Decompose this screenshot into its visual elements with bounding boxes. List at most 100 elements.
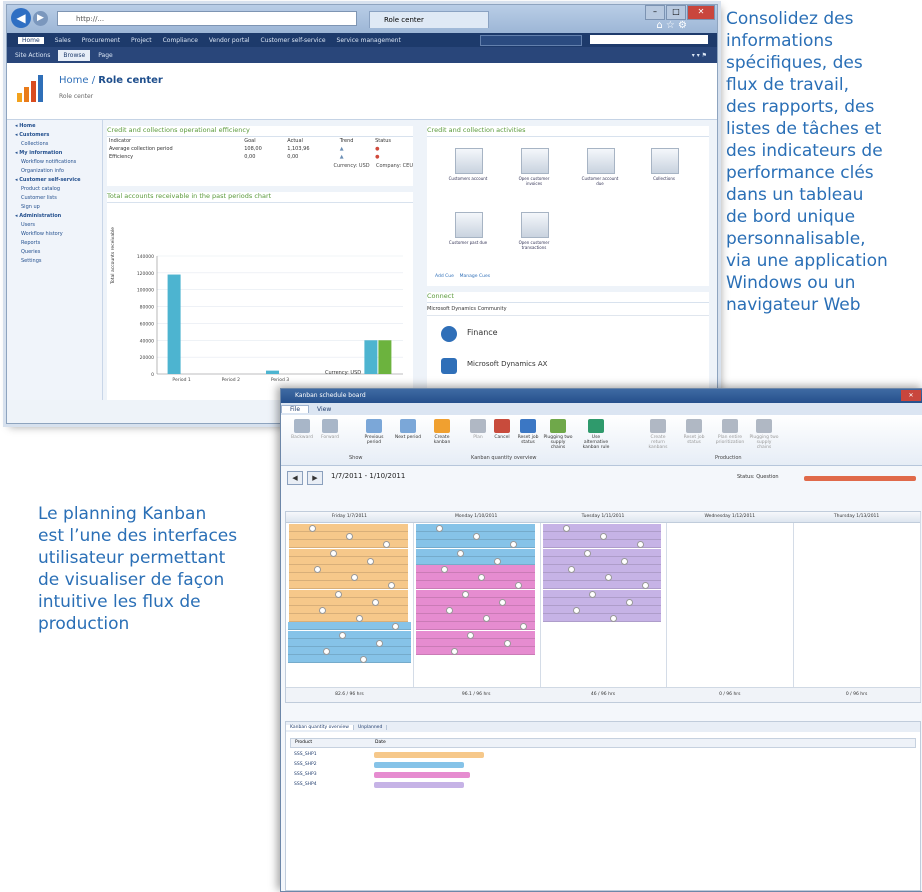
ribbon-button[interactable]: Create kanban (427, 419, 457, 445)
kanban-job[interactable] (542, 581, 662, 590)
sidebar-item[interactable]: Settings (7, 255, 102, 264)
product-quantity-bar[interactable] (374, 752, 484, 758)
ribbon-button[interactable]: Next period (393, 419, 423, 440)
activity-cue-icon[interactable] (521, 212, 549, 238)
kanban-job[interactable] (542, 606, 662, 614)
browser-tab[interactable]: Role center (369, 11, 489, 28)
kanban-job[interactable] (415, 606, 535, 614)
tab-page[interactable]: Page (98, 52, 113, 59)
maximize-icon[interactable]: □ (666, 5, 686, 20)
nav-item-project[interactable]: Project (131, 37, 152, 44)
kanban-job[interactable] (415, 647, 535, 655)
nav-item-sales[interactable]: Sales (55, 37, 71, 44)
kanban-job[interactable] (415, 532, 535, 541)
home-icon[interactable]: ⌂ ☆ ⚙ (656, 20, 687, 31)
kanban-job[interactable] (415, 589, 535, 598)
forward-arrow-icon[interactable]: ▶ (33, 11, 48, 26)
tab-file[interactable]: File (281, 405, 310, 413)
nav-item-compliance[interactable]: Compliance (163, 37, 198, 44)
kanban-job[interactable] (288, 655, 411, 664)
kanban-job[interactable] (542, 565, 662, 573)
previous-period-button[interactable]: ◀ (287, 471, 303, 485)
ribbon-button[interactable]: Previous period (359, 419, 389, 445)
sidebar-item[interactable]: Product catalog (7, 183, 102, 192)
kanban-job[interactable] (289, 597, 408, 606)
product-quantity-bar[interactable] (374, 762, 464, 768)
kanban-job[interactable] (289, 548, 408, 557)
close-icon[interactable]: ✕ (687, 5, 715, 20)
product-quantity-bar[interactable] (374, 782, 464, 788)
kanban-job[interactable] (542, 540, 662, 549)
back-arrow-icon[interactable]: ◀ (11, 8, 31, 28)
kanban-job[interactable] (542, 556, 662, 565)
ribbon-button[interactable]: Plugging two supply chains (543, 419, 573, 450)
kanban-job[interactable] (415, 548, 535, 557)
kanban-job[interactable] (288, 638, 411, 647)
ribbon-button[interactable]: Forward (315, 419, 345, 440)
tab-view[interactable]: View (309, 406, 339, 413)
sidebar-item[interactable]: Workflow history (7, 228, 102, 237)
kanban-job[interactable] (289, 614, 408, 623)
kanban-job[interactable] (289, 524, 408, 532)
next-period-button[interactable]: ▶ (307, 471, 323, 485)
activity-cue-label[interactable]: Open customer transactions (512, 240, 556, 250)
minimize-icon[interactable]: – (645, 5, 665, 20)
kanban-job[interactable] (415, 614, 535, 623)
activity-cue-icon[interactable] (455, 148, 483, 174)
kanban-job[interactable] (415, 581, 535, 590)
kanban-job[interactable] (542, 573, 662, 582)
kanban-job[interactable] (542, 589, 662, 598)
kanban-job[interactable] (289, 532, 408, 541)
kanban-job[interactable] (415, 524, 535, 532)
search-input[interactable] (590, 35, 708, 44)
kanban-job[interactable] (542, 532, 662, 541)
activity-cue-icon[interactable] (587, 148, 615, 174)
close-icon[interactable]: ✕ (901, 390, 921, 401)
nav-item-service-management[interactable]: Service management (337, 37, 401, 44)
product-quantity-bar[interactable] (374, 772, 470, 778)
activity-cue-icon[interactable] (651, 148, 679, 174)
sidebar-item[interactable]: Sign up (7, 201, 102, 210)
ribbon-button[interactable]: Backward (287, 419, 317, 440)
user-menu-icon[interactable]: ▾ ▾ ⚑ (692, 52, 707, 59)
kanban-job[interactable] (289, 581, 408, 590)
sidebar-item[interactable]: ◂ Customers (7, 129, 102, 138)
kanban-job[interactable] (289, 540, 408, 549)
nav-item-procurement[interactable]: Procurement (82, 37, 120, 44)
tab-browse[interactable]: Browse (58, 49, 91, 61)
kanban-job[interactable] (415, 638, 535, 647)
sidebar-item[interactable]: Collections (7, 138, 102, 147)
sidebar-item[interactable]: ◂ Administration (7, 210, 102, 219)
kanban-job[interactable] (288, 630, 411, 639)
kanban-job[interactable] (415, 597, 535, 606)
sidebar-item[interactable]: Users (7, 219, 102, 228)
sidebar-item[interactable]: ◂ Home (7, 120, 102, 129)
nav-item-vendor-portal[interactable]: Vendor portal (209, 37, 250, 44)
kanban-job[interactable] (289, 565, 408, 573)
ribbon-button[interactable]: Create return kanbans (643, 419, 673, 450)
kanban-job[interactable] (288, 622, 411, 631)
kanban-job[interactable] (542, 597, 662, 606)
tab-kanban-quantity[interactable]: Kanban quantity overview (286, 724, 354, 730)
kanban-job[interactable] (542, 548, 662, 557)
kanban-job[interactable] (542, 524, 662, 532)
site-actions-menu[interactable]: Site Actions (15, 52, 50, 59)
site-select[interactable] (480, 35, 582, 46)
nav-item-customer-self-service[interactable]: Customer self-service (261, 37, 326, 44)
address-bar[interactable]: http://... (57, 11, 357, 26)
sidebar-item[interactable]: Customer lists (7, 192, 102, 201)
nav-item-home[interactable]: Home (18, 36, 44, 44)
table-row[interactable]: Average collection period 108,00 1,103,9… (107, 145, 413, 153)
breadcrumb-home[interactable]: Home (59, 75, 89, 86)
ribbon-button[interactable]: Plugging two supply chains (749, 419, 779, 450)
sidebar-item[interactable]: Reports (7, 237, 102, 246)
status-slider[interactable] (804, 476, 916, 481)
connect-item-finance[interactable]: Finance (467, 328, 498, 337)
activity-cue-icon[interactable] (521, 148, 549, 174)
kanban-job[interactable] (289, 573, 408, 582)
kanban-job[interactable] (289, 589, 408, 598)
kanban-job[interactable] (415, 556, 535, 565)
kanban-job[interactable] (288, 647, 411, 655)
sidebar-item[interactable]: ◂ Customer self-service (7, 174, 102, 183)
kanban-job[interactable] (415, 622, 535, 631)
